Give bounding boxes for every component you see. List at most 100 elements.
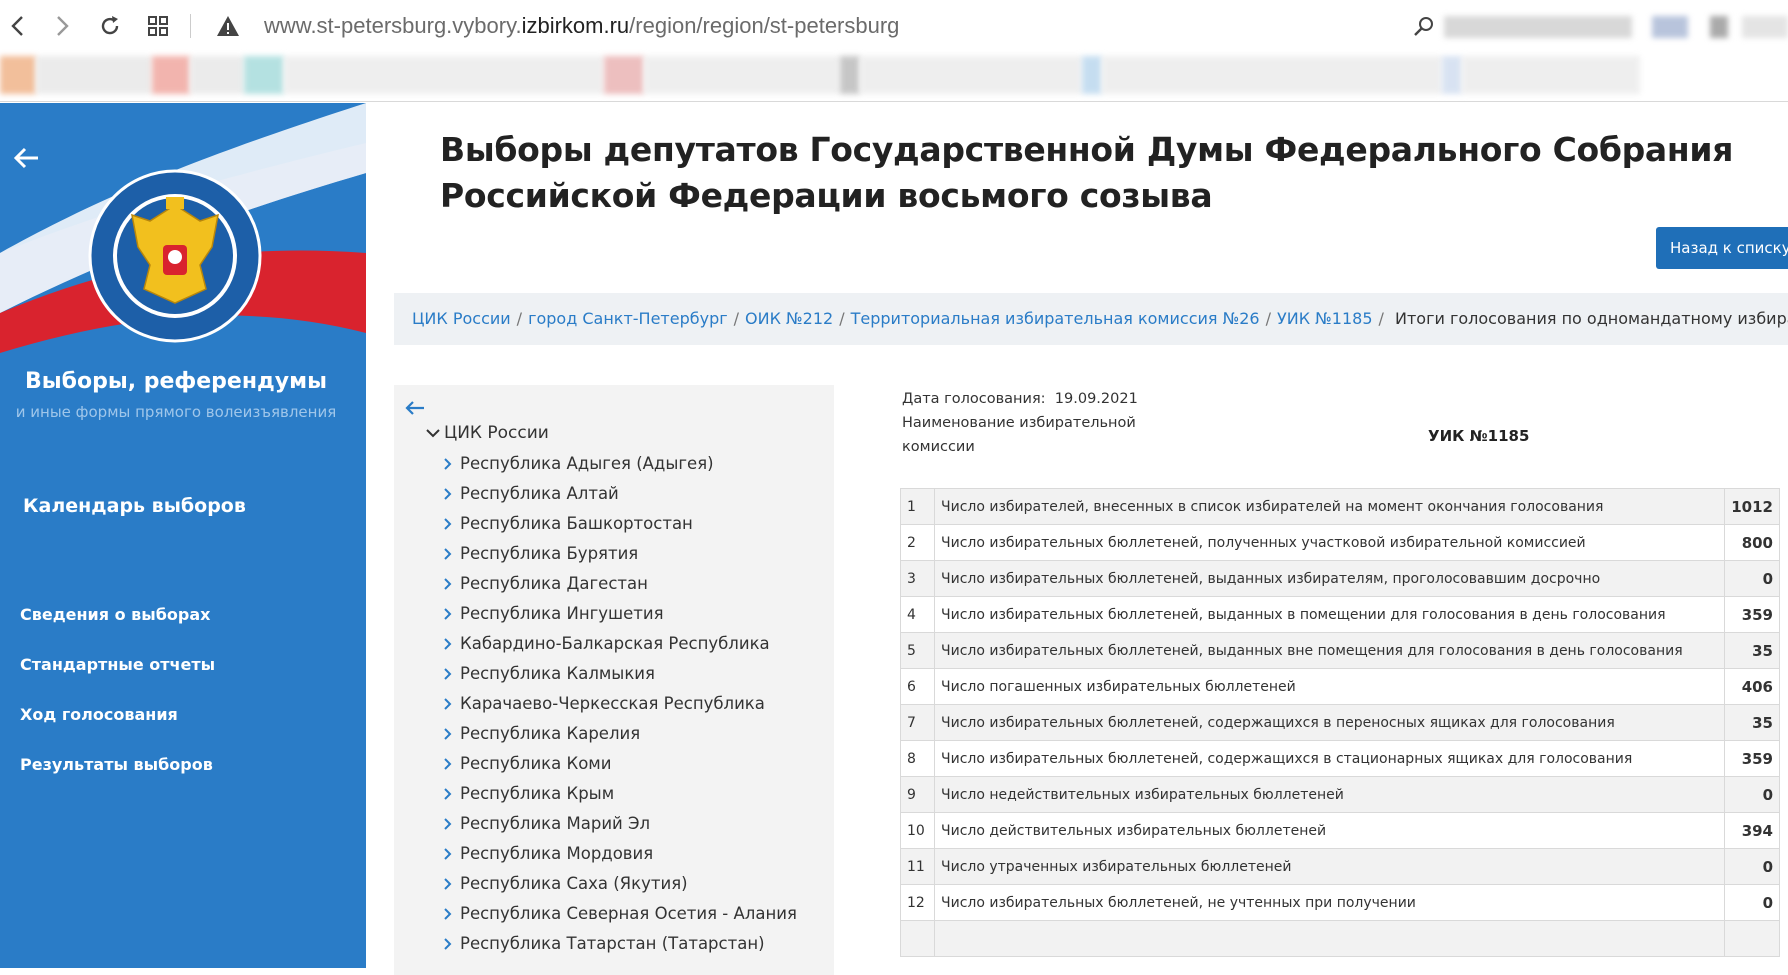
breadcrumb-separator: / <box>733 309 740 328</box>
address-bar[interactable]: www.st-petersburg.vybory.izbirkom.ru/reg… <box>264 12 899 40</box>
breadcrumb: ЦИК России / город Санкт-Петербург / ОИК №21… <box>394 293 1788 345</box>
table-row: 10 Число действительных избирательных бюл… <box>900 812 1780 849</box>
breadcrumb-separator: / <box>516 309 523 328</box>
url-host-prefix: www.st-petersburg.vybory. <box>264 13 522 38</box>
tree-item[interactable]: Республика Бурятия <box>444 539 797 569</box>
table-row: 4 Число избирательных бюллетеней, выданны… <box>900 596 1780 633</box>
forward-icon[interactable] <box>48 12 76 40</box>
url-path: /region/region/st-petersburg <box>629 13 900 38</box>
tree-item[interactable]: Республика Мордовия <box>444 839 797 869</box>
sidebar-item-voting-progress[interactable]: Ход голосования <box>20 703 215 753</box>
table-row: 2 Число избирательных бюллетеней, получен… <box>900 524 1780 561</box>
breadcrumb-cik[interactable]: ЦИК России <box>412 309 511 328</box>
breadcrumb-spb[interactable]: город Санкт-Петербург <box>528 309 728 328</box>
tree-item[interactable]: Республика Башкортостан <box>444 509 797 539</box>
tree-item[interactable]: Республика Саха (Якутия) <box>444 869 797 899</box>
breadcrumb-uik[interactable]: УИК №1185 <box>1277 309 1373 328</box>
row-label: Число погашенных избирательных бюллетене… <box>933 668 1726 705</box>
row-number <box>900 920 935 957</box>
chevron-right-icon <box>444 510 454 540</box>
blurred-extension <box>1652 16 1688 38</box>
row-value: 394 <box>1724 812 1780 849</box>
chevron-right-icon <box>444 810 454 840</box>
row-value: 0 <box>1724 848 1780 885</box>
breadcrumb-current: Итоги голосования по одномандатному изби… <box>1395 309 1788 328</box>
chevron-right-icon <box>444 690 454 720</box>
row-number: 10 <box>900 812 935 849</box>
search-icon[interactable] <box>1410 12 1438 40</box>
breadcrumb-separator: / <box>1378 309 1384 328</box>
chevron-right-icon <box>444 750 454 780</box>
breadcrumb-oik[interactable]: ОИК №212 <box>745 309 833 328</box>
tree-item-label: Республика Бурятия <box>460 544 639 563</box>
tree-item[interactable]: Республика Алтай <box>444 479 797 509</box>
tree-item[interactable]: Республика Крым <box>444 779 797 809</box>
tree-item[interactable]: Кабардино-Балкарская Республика <box>444 629 797 659</box>
region-tree: ЦИК России Республика Адыгея (Адыгея) Ре… <box>394 385 834 975</box>
tree-item[interactable]: Республика Татарстан (Татарстан) <box>444 929 797 959</box>
chevron-right-icon <box>444 630 454 660</box>
tree-item[interactable]: Республика Ингушетия <box>444 599 797 629</box>
tree-item[interactable]: Республика Карелия <box>444 719 797 749</box>
sidebar-item-standard-reports[interactable]: Стандартные отчеты <box>20 653 215 703</box>
blurred-extension <box>1742 16 1788 38</box>
tree-item[interactable]: Карачаево-Черкесская Республика <box>444 689 797 719</box>
sidebar-menu: Сведения о выборах Стандартные отчеты Хо… <box>20 603 215 803</box>
cik-emblem <box>88 169 262 343</box>
blurred-extension <box>1710 16 1728 38</box>
page-title: Выборы депутатов Государственной Думы Фе… <box>440 130 1734 215</box>
tree-item-label: Республика Коми <box>460 754 612 773</box>
tree-item[interactable]: Республика Коми <box>444 749 797 779</box>
commission-label-line1: Наименование избирательной <box>902 415 1136 431</box>
row-value <box>1724 920 1780 957</box>
back-to-list-button[interactable]: Назад к списку <box>1656 227 1788 269</box>
row-value: 0 <box>1724 560 1780 597</box>
table-row: 1 Число избирателей, внесенных в список и… <box>900 488 1780 525</box>
tree-item[interactable]: Республика Дагестан <box>444 569 797 599</box>
tree-item[interactable]: Республика Северная Осетия - Алания <box>444 899 797 929</box>
tree-root[interactable]: ЦИК России <box>426 423 549 443</box>
row-label: Число недействительных избирательных бюл… <box>933 776 1726 813</box>
url-host-main: izbirkom.ru <box>521 13 630 38</box>
tree-item[interactable]: Республика Марий Эл <box>444 809 797 839</box>
tree-root-label: ЦИК России <box>444 423 549 443</box>
chevron-right-icon <box>444 570 454 600</box>
tree-item-label: Республика Башкортостан <box>460 514 693 533</box>
bookmarks-bar <box>0 56 1680 94</box>
browser-chrome: www.st-petersburg.vybory.izbirkom.ru/reg… <box>0 0 1788 102</box>
chevron-right-icon <box>444 600 454 630</box>
row-label: Число избирательных бюллетеней, не учтен… <box>933 884 1726 921</box>
table-row: 7 Число избирательных бюллетеней, содержа… <box>900 704 1780 741</box>
sidebar-title: Выборы, референдумы <box>24 369 328 394</box>
back-icon[interactable] <box>4 12 32 40</box>
row-value: 1012 <box>1724 488 1780 525</box>
tree-list: Республика Адыгея (Адыгея) Республика Ал… <box>444 449 797 959</box>
sidebar-item-election-info[interactable]: Сведения о выборах <box>20 603 215 653</box>
tree-item-label: Республика Крым <box>460 784 615 803</box>
voting-date-label: Дата голосования: <box>902 391 1046 407</box>
warning-icon[interactable] <box>214 12 242 40</box>
row-label: Число избирательных бюллетеней, полученн… <box>933 524 1726 561</box>
tree-item-label: Республика Мордовия <box>460 844 654 863</box>
apps-grid-icon[interactable] <box>144 12 172 40</box>
tree-item-label: Республика Татарстан (Татарстан) <box>460 934 765 953</box>
tree-back-icon[interactable] <box>404 399 426 417</box>
chevron-right-icon <box>444 450 454 480</box>
chevron-right-icon <box>444 840 454 870</box>
breadcrumb-separator: / <box>1265 309 1271 328</box>
tree-item[interactable]: Республика Калмыкия <box>444 659 797 689</box>
reload-icon[interactable] <box>96 12 124 40</box>
breadcrumb-tik[interactable]: Территориальная избирательная комиссия №… <box>851 309 1260 328</box>
sidebar-subtitle: и иные формы прямого волеизъявления <box>15 403 337 421</box>
sidebar-calendar-link[interactable]: Календарь выборов <box>23 495 246 517</box>
row-value: 406 <box>1724 668 1780 705</box>
row-number: 1 <box>900 488 935 525</box>
tree-item-label: Кабардино-Балкарская Республика <box>460 634 770 653</box>
results-table: 1 Число избирателей, внесенных в список и… <box>900 488 1780 957</box>
sidebar-item-election-results[interactable]: Результаты выборов <box>20 753 215 803</box>
row-number: 2 <box>900 524 935 561</box>
table-row-empty <box>900 920 1780 957</box>
sidebar-back-icon[interactable] <box>12 143 42 173</box>
tree-item[interactable]: Республика Адыгея (Адыгея) <box>444 449 797 479</box>
row-number: 7 <box>900 704 935 741</box>
